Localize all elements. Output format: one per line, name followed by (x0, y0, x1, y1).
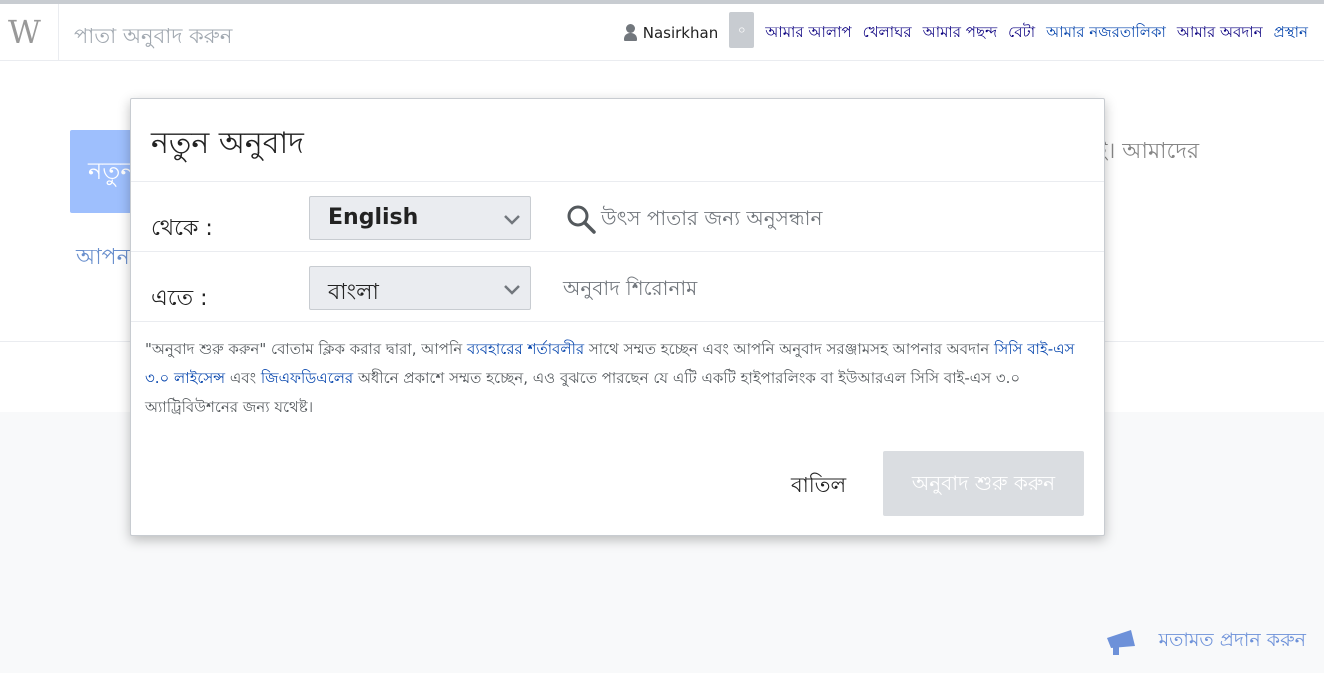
page-header: W পাতা অনুবাদ করুন Nasirkhan ০ আমার আলাপ… (0, 4, 1324, 61)
terms-text: "অনুবাদ শুরু করুন" বোতাম ক্লিক করার দ্বা… (145, 335, 1085, 422)
divider (131, 181, 1104, 182)
feedback-link[interactable]: মতামত প্রদান করুন (1105, 626, 1306, 658)
source-page-search-input[interactable]: উৎস পাতার জন্য অনুসন্ধান (601, 204, 822, 237)
username: Nasirkhan (642, 24, 719, 42)
translation-title-input[interactable]: অনুবাদ শিরোনাম (563, 274, 697, 307)
target-language-value: বাংলা (328, 280, 379, 305)
background-link: আপন (76, 245, 130, 270)
to-label: এতে : (151, 286, 208, 311)
nav-link-watchlist[interactable]: আমার নজরতালিকা (1046, 21, 1166, 46)
nav-link-preferences[interactable]: আমার পছন্দ (923, 21, 998, 46)
gfdl-link[interactable]: জিএফডিএলের (261, 369, 353, 387)
chevron-down-icon (504, 215, 520, 225)
nav-link-talk[interactable]: আমার আলাপ (765, 21, 851, 46)
terms-text-part: "অনুবাদ শুরু করুন" বোতাম ক্লিক করার দ্বা… (145, 340, 467, 358)
terms-text-part: সাথে সম্মত হচ্ছেন এবং আপনি অনুবাদ সরঞ্জা… (584, 340, 995, 358)
nav-link-sandbox[interactable]: খেলাঘর (863, 21, 912, 46)
target-language-select[interactable]: বাংলা (309, 266, 531, 310)
wikipedia-logo[interactable]: W (8, 14, 50, 52)
megaphone-icon (1105, 628, 1141, 656)
terms-of-use-link[interactable]: ব্যবহারের শর্তাবলীর (467, 340, 584, 358)
notifications-badge[interactable]: ০ (729, 12, 755, 48)
feedback-label: মতামত প্রদান করুন (1158, 629, 1306, 651)
from-label: থেকে : (151, 216, 213, 241)
new-translation-dialog: নতুন অনুবাদ থেকে : English উৎস পাতার জন্… (130, 98, 1105, 536)
search-icon (567, 205, 596, 234)
dialog-title: নতুন অনুবাদ (151, 126, 304, 161)
divider (131, 251, 1104, 252)
terms-text-part: এবং (225, 369, 261, 387)
start-translation-button[interactable]: অনুবাদ শুরু করুন (883, 451, 1084, 516)
nav-link-contributions[interactable]: আমার অবদান (1177, 21, 1263, 46)
source-language-value: English (328, 205, 419, 230)
user-icon (623, 24, 637, 42)
chevron-down-icon (504, 285, 520, 295)
nav-link-beta[interactable]: বেটা (1008, 21, 1035, 46)
background-text: ই। আমাদের (1096, 139, 1200, 164)
terms-notice: "অনুবাদ শুরু করুন" বোতাম ক্লিক করার দ্বা… (131, 321, 1104, 431)
logo-divider (58, 4, 59, 60)
page-title: পাতা অনুবাদ করুন (74, 24, 233, 48)
source-language-select[interactable]: English (309, 196, 531, 240)
nav-link-logout[interactable]: প্রস্থান (1274, 21, 1308, 46)
cancel-button[interactable]: বাতিল (791, 469, 846, 504)
personal-tools: Nasirkhan ০ আমার আলাপ খেলাঘর আমার পছন্দ … (623, 12, 1308, 48)
user-link[interactable]: Nasirkhan (623, 24, 719, 42)
